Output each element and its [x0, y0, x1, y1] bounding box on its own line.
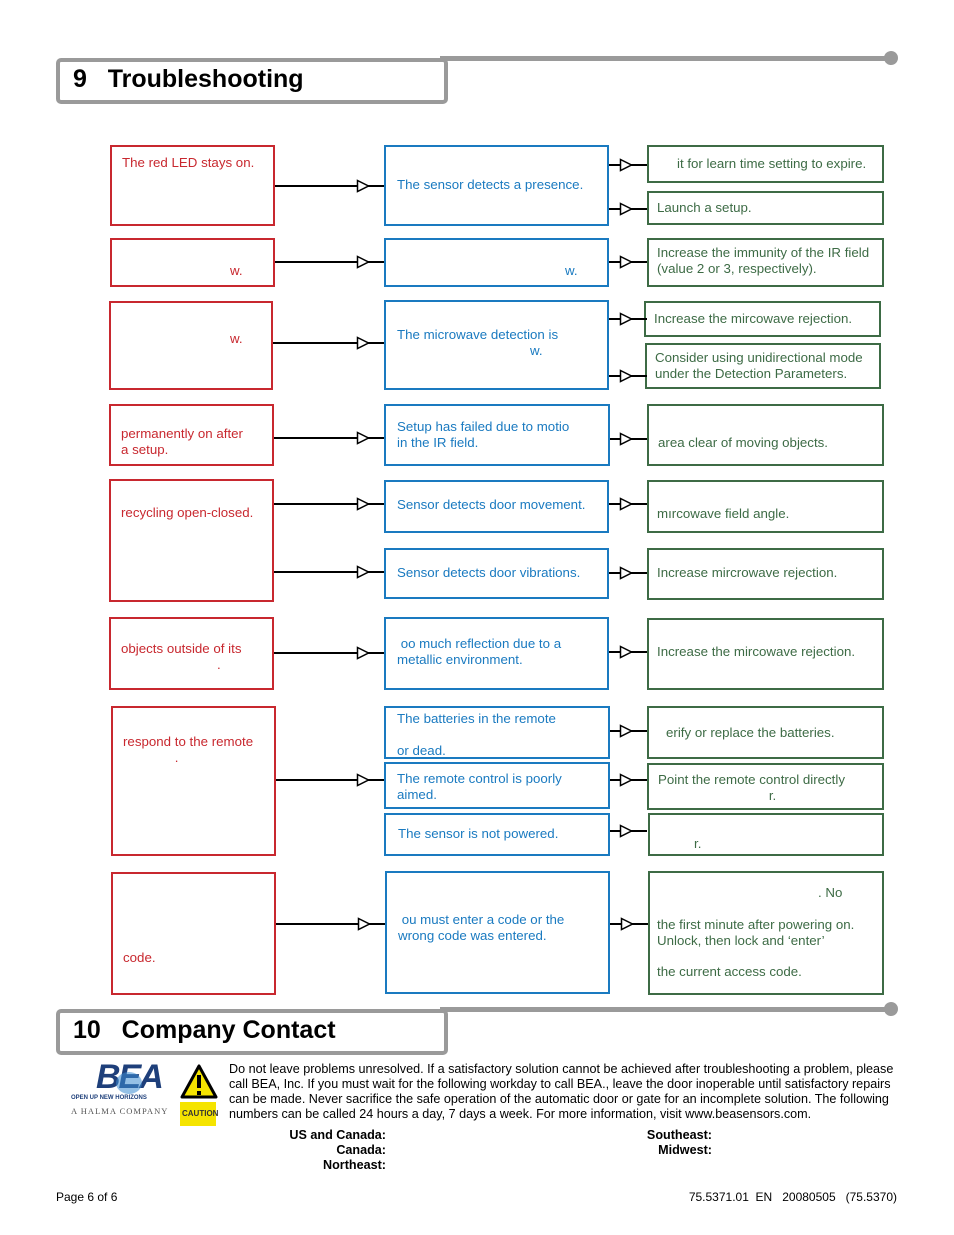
section-10-rule	[440, 1007, 890, 1012]
region-label-southeast: Southeast:	[646, 1128, 712, 1142]
bea-logo-tagline: OPEN UP NEW HORIZONS	[71, 1095, 147, 1101]
solution-text: Point the remote control directly r.	[658, 772, 845, 803]
problem-box: The red LED stays on.	[110, 145, 275, 226]
solution-box: Consider using unidirectional mode under…	[645, 343, 881, 389]
page-number: Page 6 of 6	[56, 1190, 118, 1204]
solution-text: Increase the immunity of the IR field (v…	[657, 245, 870, 276]
cause-text: The remote control is poorly aimed.	[397, 771, 562, 802]
cause-text: The batteries in the remote or dead.	[397, 711, 556, 758]
cause-box: The sensor detects a presence.	[384, 145, 609, 226]
solution-box: Launch a setup.	[647, 191, 884, 225]
solution-text: it for learn time setting to expire.	[677, 156, 867, 171]
cause-text: w.	[565, 263, 578, 278]
warning-triangle-icon	[180, 1064, 218, 1100]
cause-text: The sensor detects a presence.	[397, 177, 584, 192]
problem-box: permanently on after a setup.	[109, 404, 274, 466]
problem-text: w.	[230, 331, 243, 346]
solution-box: Increase the immunity of the IR field (v…	[647, 238, 884, 287]
bea-logo: BEA OPEN UP NEW HORIZONS A HALMA COMPANY	[70, 1058, 175, 1120]
problem-text: objects outside of its .	[121, 641, 242, 672]
solution-box: Point the remote control directly r.	[647, 763, 884, 810]
solution-box: r.	[648, 813, 884, 856]
solution-text: Increase the mircowave rejection.	[657, 644, 856, 659]
section-9-rule	[440, 56, 890, 61]
solution-text: erify or replace the batteries.	[666, 725, 835, 740]
cause-box: Sensor detects door movement.	[384, 480, 609, 533]
problem-text: recycling open-closed.	[121, 505, 254, 520]
section-9-title: 9 Troubleshooting	[73, 65, 304, 93]
cause-text: Sensor detects door movement.	[397, 497, 586, 512]
problem-box: respond to the remote .	[111, 706, 276, 856]
cause-box: The remote control is poorly aimed.	[384, 762, 610, 809]
section-9-header: 9 Troubleshooting	[56, 58, 448, 104]
problem-box: w.	[109, 301, 273, 390]
solution-text: Launch a setup.	[657, 200, 752, 215]
problem-box: code.	[111, 872, 276, 995]
solution-box: . No the first minute after powering on.…	[648, 871, 884, 995]
document-reference: 75.5371.01 EN 20080505 (75.5370)	[688, 1190, 897, 1204]
problem-text: The red LED stays on.	[122, 155, 255, 170]
contact-paragraph: Do not leave problems unresolved. If a s…	[229, 1062, 894, 1121]
cause-box: The batteries in the remote or dead.	[384, 706, 610, 759]
caution-badge: CAUTION	[180, 1102, 219, 1126]
cause-text: oo much reflection due to a metallic env…	[397, 636, 562, 667]
cause-box: Sensor detects door vibrations.	[384, 548, 609, 599]
bea-logo-halma: A HALMA COMPANY	[71, 1106, 169, 1116]
solution-text: Consider using unidirectional mode under…	[655, 350, 863, 381]
problem-text: code.	[123, 950, 156, 965]
cause-text: ou must enter a code or the wrong code w…	[398, 912, 565, 943]
bea-logo-swoosh	[116, 1072, 142, 1094]
solution-text: Increase the mircowave rejection.	[654, 311, 853, 326]
solution-box: erify or replace the batteries.	[647, 706, 884, 759]
cause-box: oo much reflection due to a metallic env…	[384, 617, 609, 690]
region-label-midwest: Midwest:	[658, 1143, 712, 1157]
cause-text: The sensor is not powered.	[398, 826, 559, 841]
solution-box: Increase the mircowave rejection.	[644, 301, 881, 337]
problem-text: w.	[230, 263, 243, 278]
solution-text: r.	[694, 836, 702, 851]
solution-box: mırcowave field angle.	[647, 480, 884, 533]
solution-text: . No	[818, 885, 843, 900]
section-9-rule-end-dot	[884, 51, 898, 65]
section-10-title: 10 Company Contact	[73, 1016, 336, 1044]
cause-box: ou must enter a code or the wrong code w…	[385, 871, 610, 994]
section-10-header: 10 Company Contact	[56, 1009, 448, 1055]
solution-box: it for learn time setting to expire.	[647, 145, 884, 183]
problem-box: w.	[110, 238, 275, 287]
cause-box: w.	[384, 238, 609, 287]
region-label-canada: Canada:	[336, 1143, 386, 1157]
solution-text: the current access code.	[657, 964, 802, 979]
caution-label: CAUTION	[182, 1109, 219, 1118]
cause-text: Sensor detects door vibrations.	[397, 565, 581, 580]
region-label-us-canada: US and Canada:	[289, 1128, 386, 1142]
problem-text: permanently on after a setup.	[121, 426, 243, 457]
problem-box: recycling open-closed.	[109, 479, 274, 602]
problem-text: respond to the remote .	[123, 734, 254, 765]
cause-box: The microwave detection is w.	[384, 300, 609, 390]
problem-box: objects outside of its .	[109, 617, 274, 690]
cause-box: The sensor is not powered.	[384, 813, 610, 856]
solution-text: Increase mircrowave rejection.	[657, 565, 838, 580]
cause-box: Setup has failed due to motio in the IR …	[384, 404, 610, 466]
solution-text: area clear of moving objects.	[658, 435, 828, 450]
solution-text: the first minute after powering on. Unlo…	[657, 917, 855, 948]
section-10-rule-end-dot	[884, 1002, 898, 1016]
solution-box: Increase mircrowave rejection.	[647, 548, 884, 600]
solution-text: mırcowave field angle.	[657, 506, 790, 521]
region-label-northeast: Northeast:	[323, 1158, 386, 1172]
solution-box: area clear of moving objects.	[647, 404, 884, 466]
cause-text: Setup has failed due to motio in the IR …	[397, 419, 570, 450]
cause-text: The microwave detection is w.	[397, 327, 559, 358]
solution-box: Increase the mircowave rejection.	[647, 618, 884, 690]
